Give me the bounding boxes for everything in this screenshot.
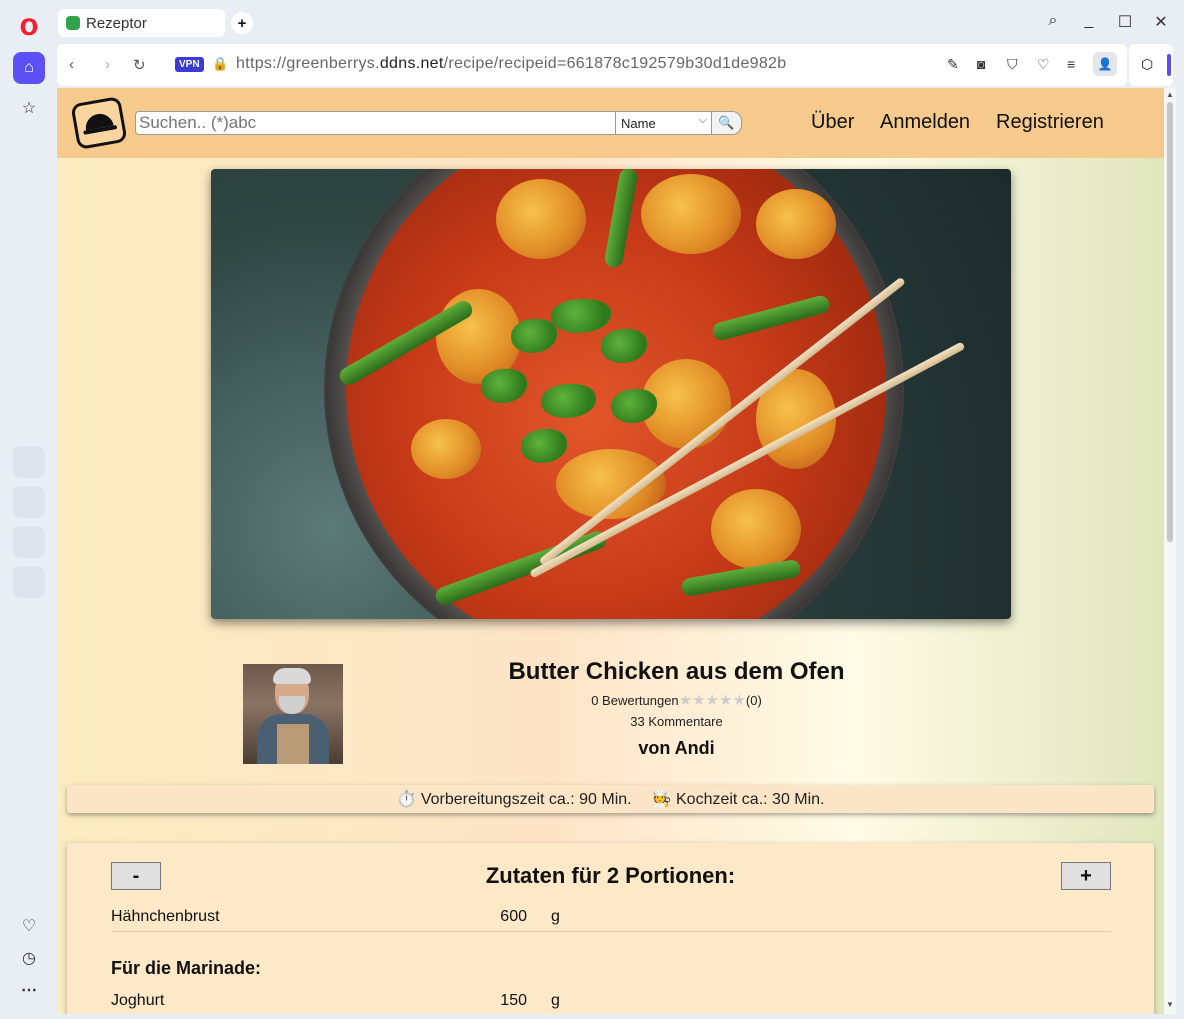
rating-count: (0) <box>745 693 762 708</box>
site-logo-icon[interactable] <box>70 96 128 150</box>
tab-bar: Rezeptor + ⌕ _ ☐ ✕ <box>57 0 1184 44</box>
tab-rezeptor[interactable]: Rezeptor <box>58 9 225 37</box>
minimize-icon[interactable]: _ <box>1077 12 1101 30</box>
ingredient-unit: g <box>551 908 560 925</box>
ingredient-name: Hähnchenbrust <box>111 908 220 925</box>
time-info-bar: ⏱️ Vorbereitungszeit ca.: 90 Min. 🧑‍🍳 Ko… <box>67 785 1154 813</box>
author-avatar[interactable] <box>243 664 343 764</box>
vpn-badge[interactable]: VPN <box>175 57 204 72</box>
recipe-title: Butter Chicken aus dem Ofen <box>508 658 845 685</box>
address-bar: ‹ › ↻ VPN 🔒 https://greenberrys.ddns.net… <box>57 44 1127 86</box>
decrease-portions-button[interactable]: - <box>111 862 161 890</box>
rating-stars-icon[interactable]: ★★★★★ <box>679 692 746 709</box>
nav-about[interactable]: Über <box>811 111 854 134</box>
recipe-hero-image <box>211 169 1011 619</box>
browser-sidebar: O ⌂ ☆ ♡ ◷ ⋯ <box>0 0 57 1019</box>
ingredient-section-title: Für die Marinade: <box>111 958 262 978</box>
music-player-icon[interactable] <box>13 566 45 598</box>
search-mode-value: Name <box>621 116 656 131</box>
search-input[interactable] <box>135 111 617 135</box>
search-mode-select[interactable]: Name ⌵ <box>615 111 712 135</box>
home-icon[interactable]: ⌂ <box>13 52 45 84</box>
ingredient-qty: 150 <box>500 992 527 1009</box>
ingredients-panel: Zutaten für 2 Portionen: - + Hähnchenbru… <box>67 843 1154 1014</box>
forward-icon[interactable]: › <box>105 56 110 73</box>
tab-title: Rezeptor <box>86 14 147 32</box>
ingredient-name: Joghurt <box>111 992 165 1009</box>
ratings-count-label: 0 Bewertungen <box>591 693 679 708</box>
aria-app-icon[interactable] <box>13 446 45 478</box>
extensions-area: ⬡ <box>1129 44 1173 86</box>
url-field[interactable]: https://greenberrys.ddns.net/recipe/reci… <box>236 55 786 73</box>
back-icon[interactable]: ‹ <box>69 56 74 73</box>
messenger-icon[interactable] <box>13 486 45 518</box>
ingredient-row: Joghurt 150 g <box>111 992 1111 1014</box>
search-tabs-icon[interactable]: ⌕ <box>1041 12 1065 30</box>
heart-icon[interactable]: ♡ <box>13 910 45 942</box>
heart-icon[interactable]: ♡ <box>1037 56 1050 73</box>
reload-icon[interactable]: ↻ <box>133 56 146 74</box>
opera-logo-icon[interactable]: O <box>13 12 45 44</box>
easy-setup-icon[interactable]: ≡ <box>1067 56 1075 72</box>
shield-icon[interactable]: ⛉ <box>1007 56 1018 73</box>
new-tab-button[interactable]: + <box>231 12 253 34</box>
ingredient-row: Hähnchenbrust 600 g <box>111 908 1111 932</box>
close-icon[interactable]: ✕ <box>1149 12 1173 32</box>
ingredients-heading: Zutaten für 2 Portionen: <box>485 863 736 888</box>
author-name[interactable]: von Andi <box>457 738 896 759</box>
lock-icon[interactable]: 🔒 <box>212 56 228 72</box>
ingredient-qty: 600 <box>500 908 527 925</box>
nav-login[interactable]: Anmelden <box>880 111 970 134</box>
chevron-down-icon: ⌵ <box>698 114 707 126</box>
page-viewport: Name ⌵ 🔍 Über Anmelden Registrieren <box>57 88 1164 1014</box>
rating-row: 0 Bewertungen★★★★★(0) <box>457 691 896 709</box>
scroll-up-icon[interactable]: ▲ <box>1166 90 1174 99</box>
prep-time: ⏱️ Vorbereitungszeit ca.: 90 Min. <box>396 791 632 808</box>
extensions-cube-icon[interactable]: ⬡ <box>1141 56 1153 73</box>
star-icon[interactable]: ☆ <box>13 92 45 124</box>
more-icon[interactable]: ⋯ <box>13 974 45 1006</box>
scroll-down-icon[interactable]: ▼ <box>1166 1000 1174 1009</box>
nav-register[interactable]: Registrieren <box>996 111 1104 134</box>
site-header: Name ⌵ 🔍 Über Anmelden Registrieren <box>57 88 1164 158</box>
ingredient-unit: g <box>551 992 560 1009</box>
edit-icon[interactable]: ✎ <box>947 56 959 73</box>
magnifier-icon: 🔍 <box>718 115 735 130</box>
raspberry-favicon-icon <box>66 16 80 30</box>
profile-icon[interactable]: 👤 <box>1093 52 1117 76</box>
maximize-icon[interactable]: ☐ <box>1113 12 1137 32</box>
history-icon[interactable]: ◷ <box>13 942 45 974</box>
page-scrollbar[interactable]: ▲ ▼ <box>1164 88 1176 1014</box>
comments-link[interactable]: 33 Kommentare <box>457 714 896 729</box>
increase-portions-button[interactable]: + <box>1061 862 1111 890</box>
search-button[interactable]: 🔍 <box>711 111 742 135</box>
cook-time: 🧑‍🍳 Kochzeit ca.: 30 Min. <box>651 791 825 808</box>
whatsapp-icon[interactable] <box>13 526 45 558</box>
scrollbar-thumb[interactable] <box>1167 102 1173 542</box>
sidebar-indicator <box>1167 54 1171 76</box>
camera-icon[interactable]: ◙ <box>977 56 985 72</box>
